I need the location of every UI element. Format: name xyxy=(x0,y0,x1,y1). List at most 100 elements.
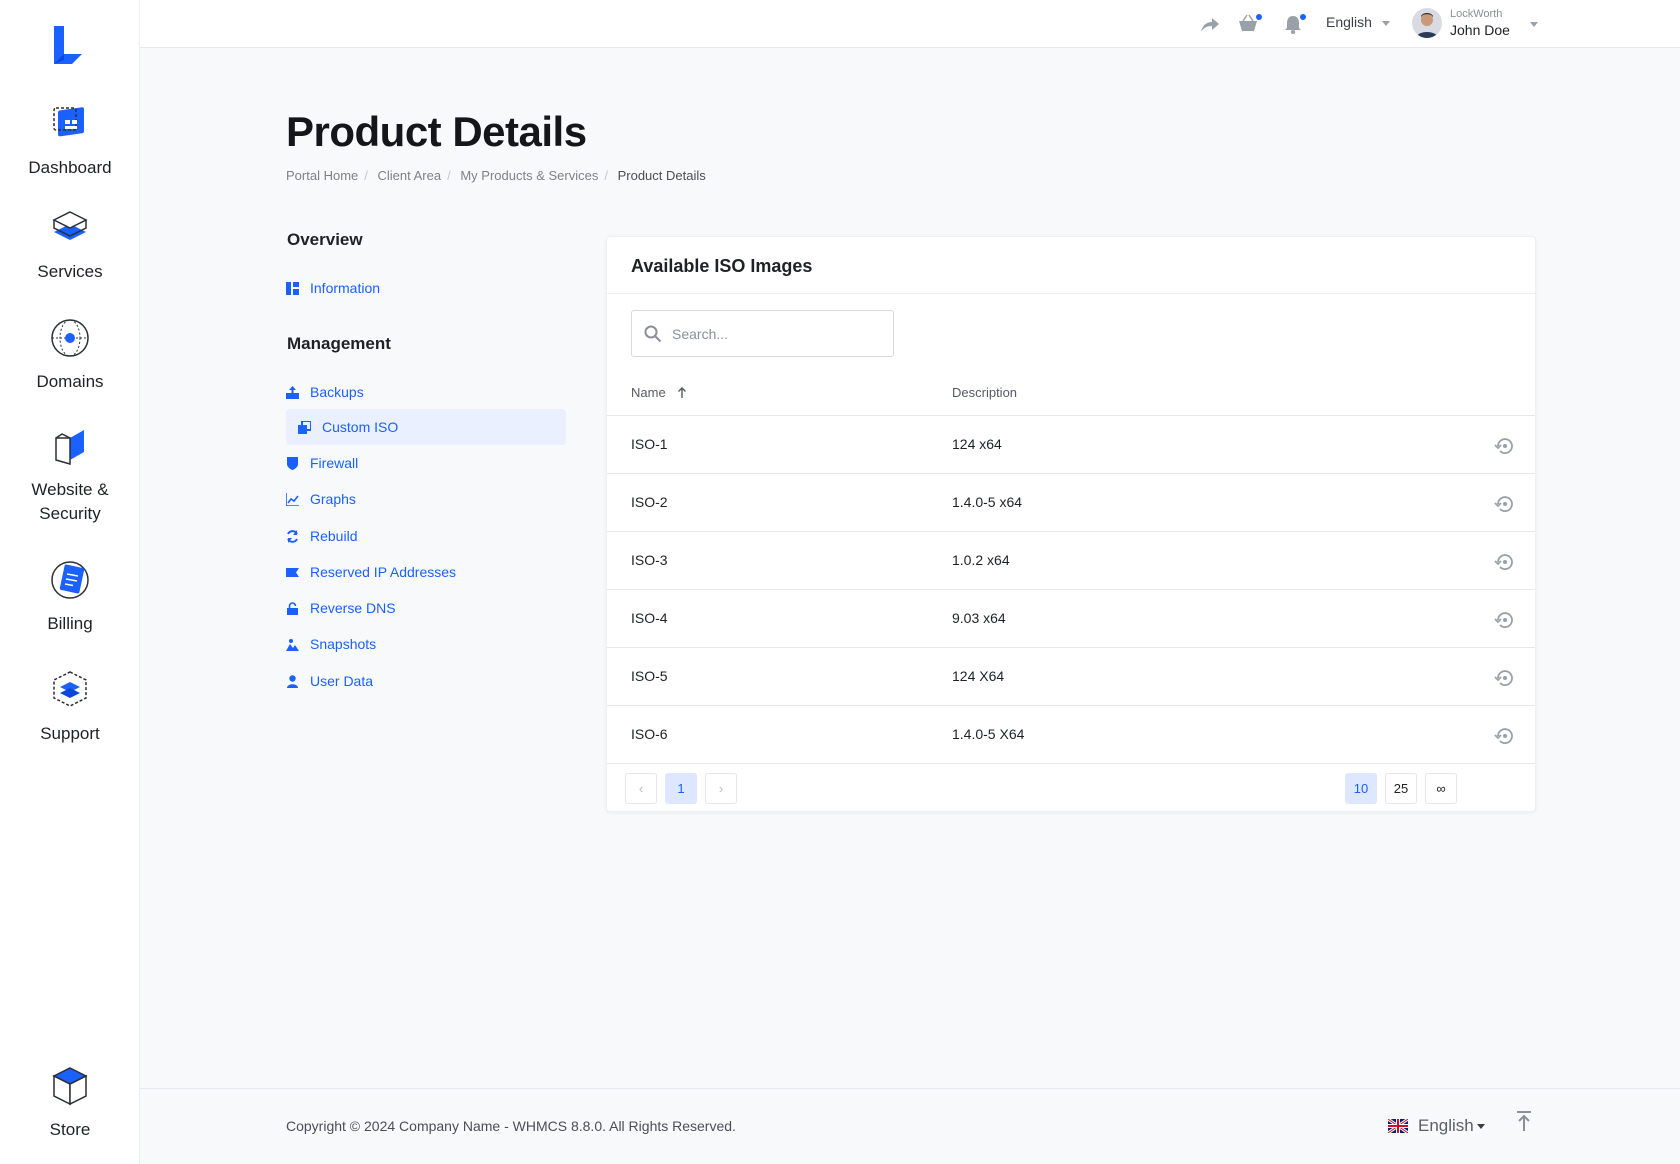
mount-iso-icon[interactable] xyxy=(1494,435,1516,457)
store-icon xyxy=(52,1067,88,1106)
back-to-top-icon[interactable] xyxy=(1514,1110,1534,1132)
nav-label: Website & Security xyxy=(31,480,109,523)
breadcrumb-portal-home[interactable]: Portal Home xyxy=(286,168,358,183)
user-menu[interactable]: LockWorth John Doe xyxy=(1450,7,1510,39)
breadcrumb-client-area[interactable]: Client Area xyxy=(378,168,442,183)
nav-store[interactable]: Store xyxy=(0,1064,140,1142)
dashboard-icon xyxy=(53,107,84,137)
menu-reserved-ip[interactable]: Reserved IP Addresses xyxy=(286,554,566,590)
iso-name: ISO-4 xyxy=(631,610,668,626)
chevron-down-icon xyxy=(1381,20,1390,26)
iso-name: ISO-6 xyxy=(631,726,668,742)
mount-iso-icon[interactable] xyxy=(1494,725,1516,747)
menu-label: Snapshots xyxy=(310,636,377,652)
iso-description: 124 X64 xyxy=(952,668,1005,684)
footer-divider xyxy=(140,1088,1680,1089)
nav-dashboard[interactable]: Dashboard xyxy=(0,102,140,180)
mount-iso-icon[interactable] xyxy=(1494,551,1516,573)
nav-services[interactable]: Services xyxy=(0,206,140,284)
menu-user-data[interactable]: User Data xyxy=(286,663,566,699)
iso-description: 9.03 x64 xyxy=(952,610,1006,626)
breadcrumb-my-products[interactable]: My Products & Services xyxy=(460,168,598,183)
management-heading: Management xyxy=(287,334,391,353)
column-header-description[interactable]: Description xyxy=(952,385,1017,400)
iso-description: 1.0.2 x64 xyxy=(952,552,1010,568)
column-label: Name xyxy=(631,385,666,400)
menu-reverse-dns[interactable]: Reverse DNS xyxy=(286,590,566,626)
search-box[interactable] xyxy=(631,310,894,357)
brand-logo[interactable] xyxy=(50,24,90,68)
breadcrumb-separator: / xyxy=(364,168,368,183)
menu-rebuild[interactable]: Rebuild xyxy=(286,518,566,554)
backups-icon xyxy=(286,385,299,399)
notification-badge-dot xyxy=(1300,14,1306,20)
notifications-button[interactable] xyxy=(1282,13,1306,35)
iso-name: ISO-5 xyxy=(631,668,668,684)
iso-description: 1.4.0-5 X64 xyxy=(952,726,1025,742)
page-size-25-button[interactable]: 25 xyxy=(1385,773,1417,804)
topbar: English LockWorth John Doe xyxy=(140,0,1680,48)
breadcrumb-separator: / xyxy=(447,168,451,183)
copyright-text: Copyright © 2024 Company Name - WHMCS 8.… xyxy=(286,1118,736,1134)
domains-icon xyxy=(51,319,89,357)
menu-snapshots[interactable]: Snapshots xyxy=(286,626,566,662)
next-page-button[interactable]: › xyxy=(705,773,737,804)
prev-page-button[interactable]: ‹ xyxy=(625,773,657,804)
table-row: ISO-1 124 x64 xyxy=(607,416,1535,474)
page-size-10-button[interactable]: 10 xyxy=(1345,773,1377,804)
uk-flag-icon xyxy=(1388,1119,1408,1133)
cart-badge-dot xyxy=(1256,14,1262,20)
overview-heading: Overview xyxy=(287,230,363,249)
billing-icon xyxy=(51,561,89,599)
iso-name: ISO-3 xyxy=(631,552,668,568)
share-icon[interactable] xyxy=(1199,13,1221,35)
nav-label: Domains xyxy=(36,372,104,391)
support-icon xyxy=(53,671,87,707)
language-selector-top[interactable]: English xyxy=(1326,14,1390,30)
page-title: Product Details xyxy=(286,108,587,155)
page-button[interactable]: 1 xyxy=(665,773,697,804)
chevron-down-icon[interactable] xyxy=(1530,22,1538,27)
breadcrumb-current: Product Details xyxy=(617,168,706,183)
mount-iso-icon[interactable] xyxy=(1494,609,1516,631)
menu-label: Custom ISO xyxy=(322,419,399,435)
nav-label: Store xyxy=(49,1120,91,1139)
language-selector-footer[interactable]: English xyxy=(1388,1116,1485,1136)
cart-button[interactable] xyxy=(1237,13,1262,35)
user-company: LockWorth xyxy=(1450,8,1503,20)
nav-billing[interactable]: Billing xyxy=(0,558,140,636)
custom-iso-icon xyxy=(298,420,311,434)
nav-support[interactable]: Support xyxy=(0,668,140,746)
nav-website-security[interactable]: Website & Security xyxy=(0,424,140,526)
menu-label: User Data xyxy=(310,673,374,689)
table-row: ISO-5 124 X64 xyxy=(607,648,1535,706)
panel-title: Available ISO Images xyxy=(631,256,813,276)
page-size-all-button[interactable]: ∞ xyxy=(1425,773,1457,804)
sidebar: Dashboard Services Domains Website & Sec… xyxy=(0,0,140,1164)
menu-information[interactable]: Information xyxy=(286,270,566,306)
table-row: ISO-2 1.4.0-5 x64 xyxy=(607,474,1535,532)
menu-label: Backups xyxy=(310,384,364,400)
menu-custom-iso[interactable]: Custom ISO xyxy=(286,409,566,445)
menu-backups[interactable]: Backups xyxy=(286,374,566,410)
nav-domains[interactable]: Domains xyxy=(0,316,140,394)
page-size-selector: 10 25 ∞ xyxy=(1345,773,1457,804)
avatar[interactable] xyxy=(1412,8,1442,38)
menu-firewall[interactable]: Firewall xyxy=(286,445,566,481)
iso-images-panel: Available ISO Images Name Description IS… xyxy=(606,236,1536,812)
mount-iso-icon[interactable] xyxy=(1494,493,1516,515)
nav-label: Billing xyxy=(47,614,93,633)
search-input[interactable] xyxy=(672,325,872,342)
user-data-icon xyxy=(287,674,298,688)
graphs-icon xyxy=(286,492,299,506)
reverse-dns-icon xyxy=(287,601,298,615)
sort-ascending-icon xyxy=(678,387,687,398)
iso-name: ISO-1 xyxy=(631,436,668,452)
search-icon xyxy=(644,325,662,342)
column-header-name[interactable]: Name xyxy=(631,385,687,400)
menu-graphs[interactable]: Graphs xyxy=(286,481,566,517)
mount-iso-icon[interactable] xyxy=(1494,667,1516,689)
menu-label: Rebuild xyxy=(310,528,358,544)
panel-divider xyxy=(607,293,1535,294)
menu-label: Firewall xyxy=(310,455,359,471)
